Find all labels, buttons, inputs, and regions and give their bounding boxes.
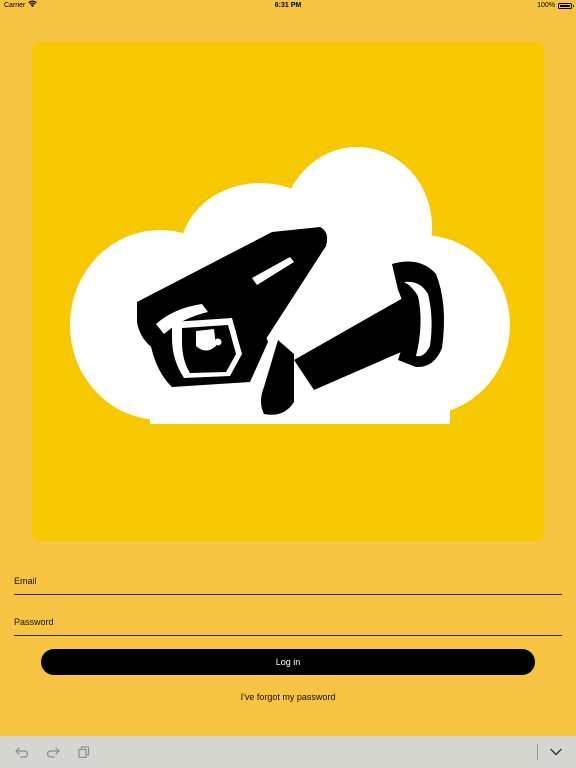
- email-input[interactable]: [14, 576, 562, 586]
- password-field[interactable]: [14, 605, 562, 636]
- paste-icon[interactable]: [76, 744, 92, 760]
- cloud-security-camera-icon: [70, 147, 510, 424]
- battery-icon: [558, 3, 574, 9]
- chevron-down-icon[interactable]: [548, 744, 564, 760]
- app-logo-panel: [32, 42, 544, 541]
- status-bar: Carrier 6:31 PM 100%: [0, 0, 576, 12]
- accessory-divider: [537, 744, 538, 760]
- battery-percent: 100%: [537, 2, 555, 9]
- battery-fill: [560, 5, 570, 7]
- forgot-password-link[interactable]: I've forgot my password: [0, 692, 576, 702]
- password-input[interactable]: [14, 617, 562, 627]
- login-button[interactable]: Log in: [41, 649, 535, 675]
- redo-icon[interactable]: [45, 744, 61, 760]
- login-screen: Carrier 6:31 PM 100% Email Log in I've f…: [0, 0, 576, 768]
- status-time: 6:31 PM: [274, 2, 302, 9]
- keyboard-accessory-bar: [0, 736, 576, 768]
- status-right: 100%: [537, 0, 574, 12]
- email-field[interactable]: [14, 564, 562, 595]
- undo-icon[interactable]: [14, 744, 30, 760]
